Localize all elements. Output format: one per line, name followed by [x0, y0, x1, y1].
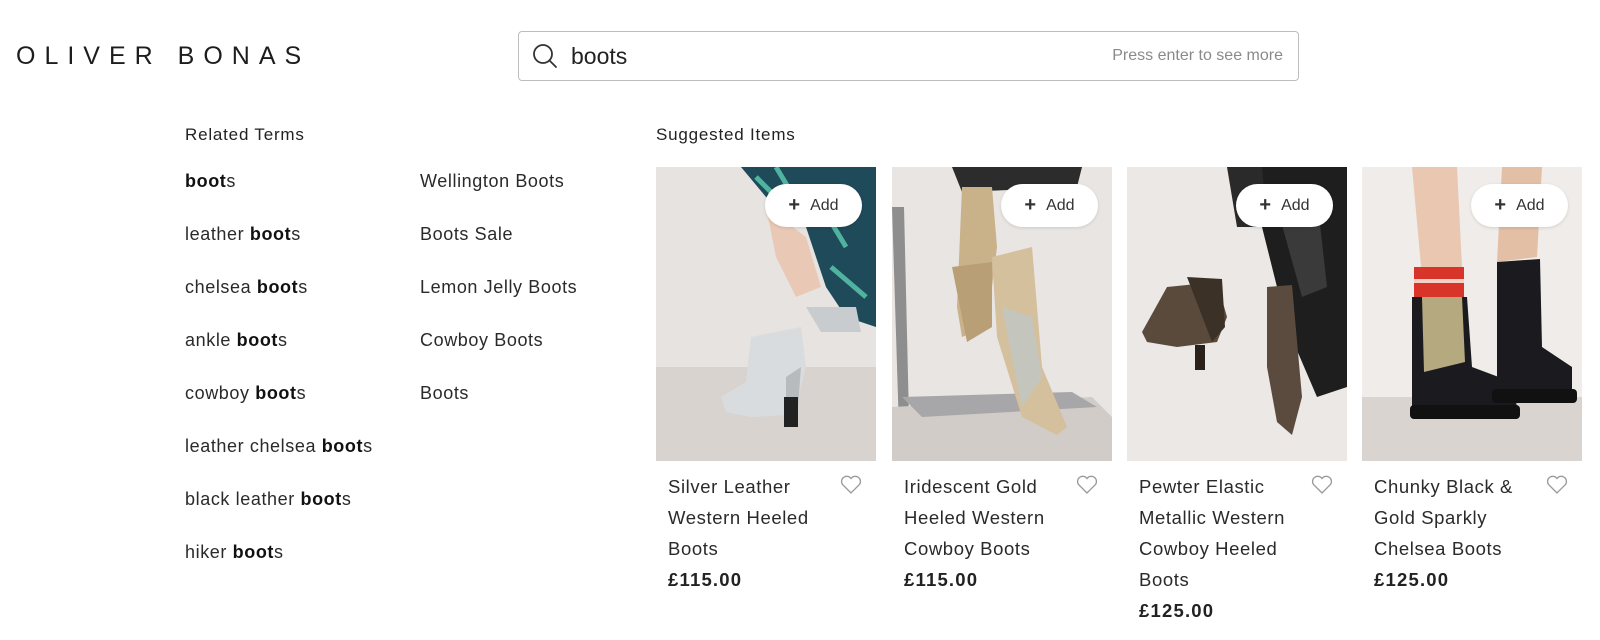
- related-categories-list: Wellington Boots Boots Sale Lemon Jelly …: [420, 172, 577, 437]
- product-price: £115.00: [904, 569, 979, 590]
- plus-icon: +: [788, 194, 801, 216]
- related-terms-heading: Related Terms: [185, 125, 305, 144]
- product-image[interactable]: + Add: [1362, 167, 1582, 461]
- add-button[interactable]: + Add: [1001, 184, 1098, 227]
- product-card[interactable]: + Add Pewter Elastic Metallic Western Cow…: [1127, 167, 1347, 626]
- related-category[interactable]: Wellington Boots: [420, 172, 577, 225]
- product-price: £125.00: [1139, 600, 1215, 621]
- product-price: £125.00: [1374, 569, 1450, 590]
- related-category[interactable]: Lemon Jelly Boots: [420, 278, 577, 331]
- plus-icon: +: [1259, 194, 1272, 216]
- related-term[interactable]: cowboy boots: [185, 384, 373, 437]
- related-category[interactable]: Boots: [420, 384, 577, 437]
- related-term[interactable]: boots: [185, 172, 373, 225]
- heart-icon[interactable]: [1076, 475, 1098, 495]
- product-name[interactable]: Pewter Elastic Metallic Western Cowboy H…: [1139, 471, 1299, 595]
- search-bar[interactable]: Press enter to see more: [518, 31, 1299, 81]
- related-category[interactable]: Boots Sale: [420, 225, 577, 278]
- product-image[interactable]: + Add: [892, 167, 1112, 461]
- related-term[interactable]: leather boots: [185, 225, 373, 278]
- product-image[interactable]: + Add: [1127, 167, 1347, 461]
- product-card[interactable]: + Add Silver Leather Western Heeled Boots…: [656, 167, 876, 595]
- product-image[interactable]: + Add: [656, 167, 876, 461]
- related-term[interactable]: black leather boots: [185, 490, 373, 543]
- related-category[interactable]: Cowboy Boots: [420, 331, 577, 384]
- product-card[interactable]: + Add Iridescent Gold Heeled Western Cowb…: [892, 167, 1112, 595]
- product-name[interactable]: Silver Leather Western Heeled Boots: [668, 471, 828, 564]
- add-button[interactable]: + Add: [765, 184, 862, 227]
- related-term[interactable]: hiker boots: [185, 543, 373, 596]
- heart-icon[interactable]: [840, 475, 862, 495]
- suggested-items-heading: Suggested Items: [656, 125, 796, 144]
- related-term[interactable]: chelsea boots: [185, 278, 373, 331]
- search-input[interactable]: [571, 36, 1113, 76]
- heart-icon[interactable]: [1311, 475, 1333, 495]
- search-hint: Press enter to see more: [1112, 47, 1283, 64]
- add-button[interactable]: + Add: [1236, 184, 1333, 227]
- product-card[interactable]: + Add Chunky Black & Gold Sparkly Chelsea…: [1362, 167, 1582, 595]
- product-price: £115.00: [668, 569, 743, 590]
- related-term[interactable]: ankle boots: [185, 331, 373, 384]
- product-name[interactable]: Iridescent Gold Heeled Western Cowboy Bo…: [904, 471, 1064, 564]
- product-name[interactable]: Chunky Black & Gold Sparkly Chelsea Boot…: [1374, 471, 1534, 564]
- plus-icon: +: [1024, 194, 1037, 216]
- heart-icon[interactable]: [1546, 475, 1568, 495]
- add-button[interactable]: + Add: [1471, 184, 1568, 227]
- related-term[interactable]: leather chelsea boots: [185, 437, 373, 490]
- logo[interactable]: OLIVER BONAS: [16, 42, 310, 71]
- search-icon: [531, 42, 559, 70]
- related-terms-list: boots leather boots chelsea boots ankle …: [185, 172, 373, 596]
- plus-icon: +: [1494, 194, 1507, 216]
